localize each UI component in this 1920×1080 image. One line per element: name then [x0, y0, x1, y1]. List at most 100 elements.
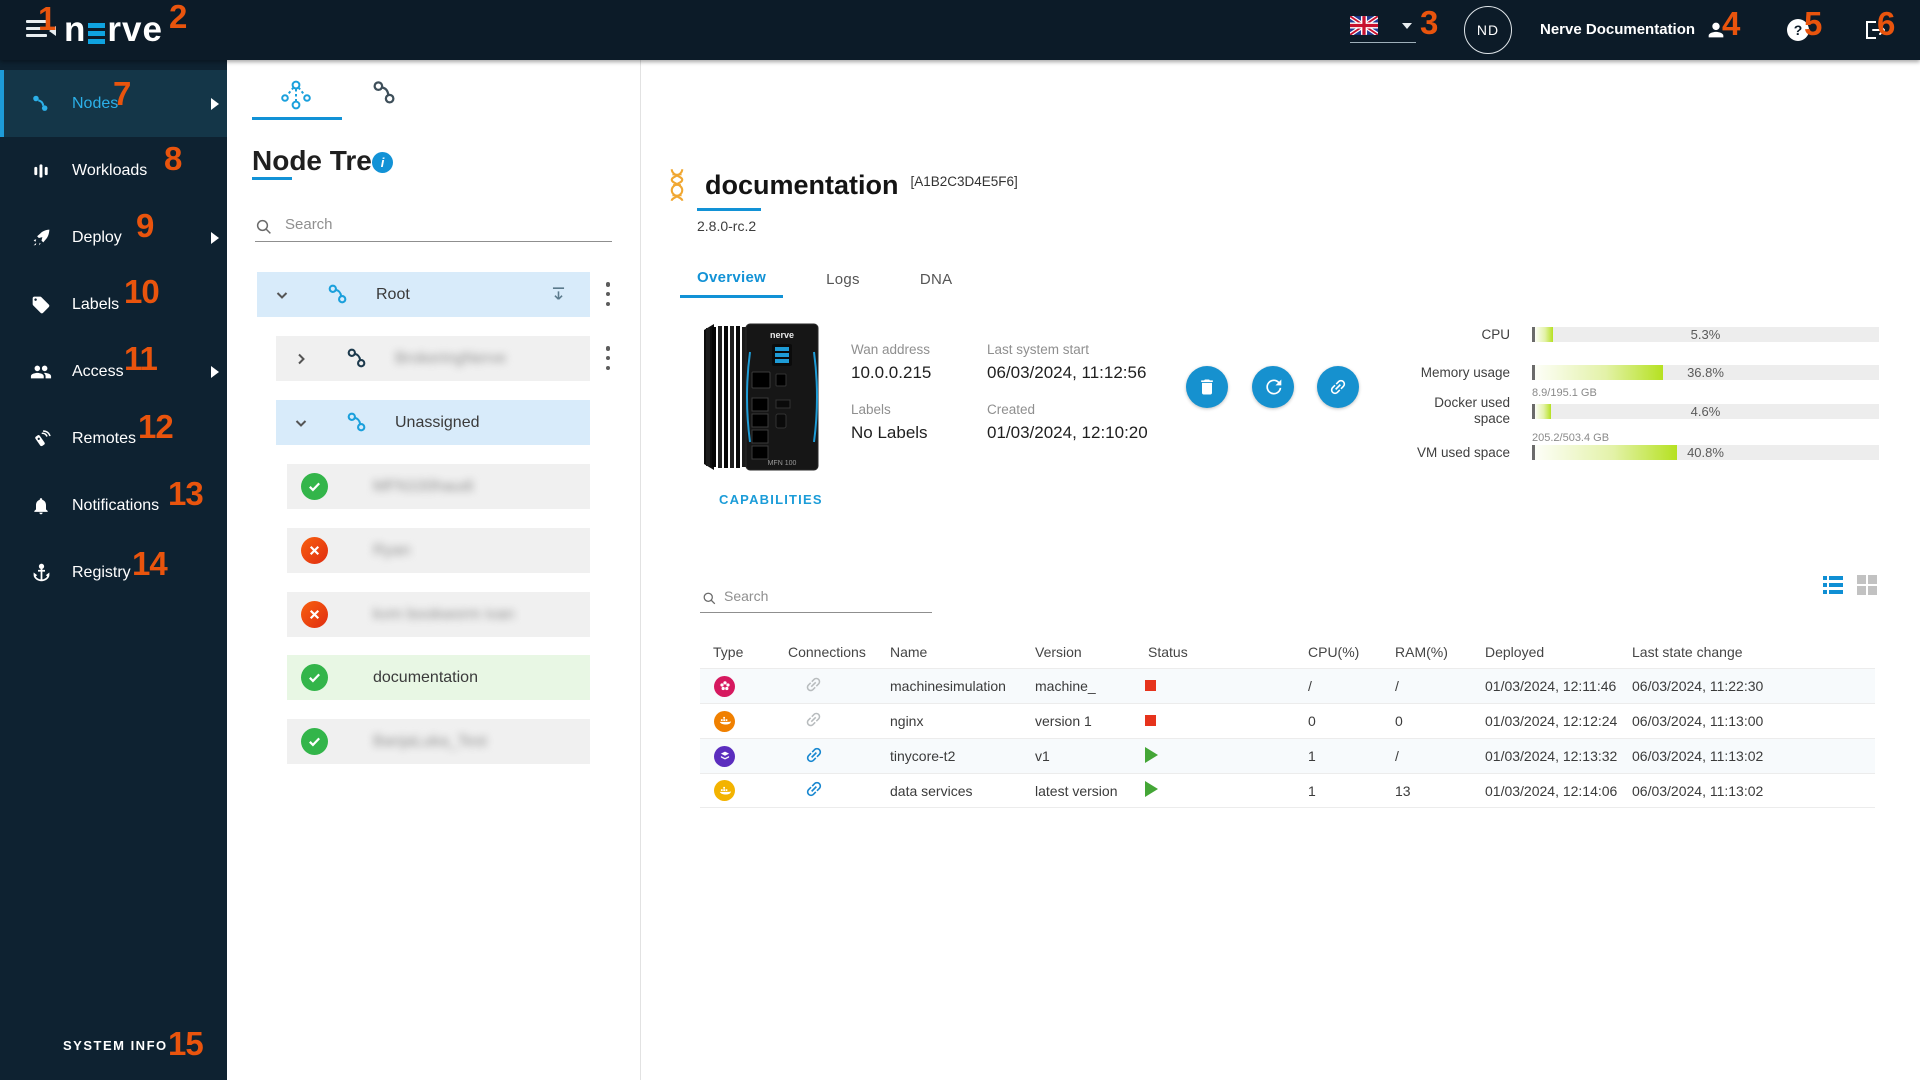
- tab-node-list-icon[interactable]: [369, 78, 403, 112]
- annotation-13: 13: [168, 475, 204, 512]
- chevron-right-icon[interactable]: [294, 352, 308, 366]
- metric-label: VM used space: [1416, 445, 1510, 460]
- sidebar-item-label: Nodes: [72, 94, 119, 112]
- sidebar-item-workloads[interactable]: Workloads: [0, 137, 227, 204]
- annotation-9: 9: [136, 207, 154, 244]
- tree-node-documentation[interactable]: documentation: [287, 655, 590, 700]
- tree-group-blurred[interactable]: BrokeringNerve: [276, 336, 590, 381]
- tab-overview[interactable]: Overview: [680, 260, 784, 298]
- sidebar-item-access[interactable]: Access: [0, 338, 227, 405]
- connect-node-button[interactable]: [1317, 366, 1359, 408]
- workload-cpu: 0: [1308, 713, 1316, 729]
- node-offline-icon: [301, 537, 328, 564]
- sidebar-item-labels[interactable]: Labels: [0, 271, 227, 338]
- vm-type-icon: [714, 745, 735, 767]
- sidebar-item-registry[interactable]: Registry: [0, 539, 227, 606]
- delete-node-button[interactable]: [1186, 366, 1228, 408]
- collapse-all-icon[interactable]: [549, 285, 568, 304]
- sidebar-item-label: Registry: [72, 563, 131, 581]
- language-selector[interactable]: [1350, 14, 1422, 46]
- status-running-icon: [1145, 746, 1158, 763]
- node-serial: [A1B2C3D4E5F6]: [910, 173, 1018, 189]
- docker-type-icon: [714, 710, 735, 732]
- kebab-menu-icon[interactable]: [601, 346, 615, 370]
- node-group-icon: [347, 348, 366, 368]
- title-underline: [252, 177, 292, 180]
- node-group-icon: [328, 284, 347, 304]
- last-system-start-value: 06/03/2024, 11:12:56: [987, 363, 1147, 382]
- workload-version: v1: [1035, 748, 1050, 764]
- chevron-down-icon[interactable]: [294, 416, 308, 430]
- docker-space-bar: 4.6%: [1532, 404, 1879, 419]
- annotation-10: 10: [124, 273, 160, 310]
- topbar: n rve ND Nerve Documentation ?: [0, 0, 1920, 60]
- kebab-menu-icon[interactable]: [601, 282, 615, 306]
- col-cpu: CPU(%): [1308, 644, 1360, 660]
- workload-row[interactable]: data services latest version 1 13 01/03/…: [700, 773, 1875, 808]
- workloads-icon: [30, 160, 52, 182]
- status-stopped-icon: [1145, 680, 1156, 691]
- list-view-icon[interactable]: [1822, 574, 1844, 596]
- col-type: Type: [713, 644, 744, 660]
- metric-label: Docker used space: [1434, 395, 1510, 426]
- vm-space-bar: 40.8%: [1532, 445, 1879, 460]
- tab-logs[interactable]: Logs: [809, 260, 877, 298]
- search-icon: [256, 219, 271, 234]
- tree-node-item[interactable]: Ryan: [287, 528, 590, 573]
- nerve-logo[interactable]: n rve: [64, 10, 163, 50]
- svg-text:MFN 100: MFN 100: [768, 460, 797, 467]
- svg-text:?: ?: [1794, 22, 1803, 38]
- col-version: Version: [1035, 644, 1082, 660]
- tree-node-item[interactable]: MFN100haudi: [287, 464, 590, 509]
- chevron-down-icon[interactable]: [275, 288, 289, 302]
- metric-value: 36.8%: [1687, 365, 1724, 380]
- search-input[interactable]: [255, 212, 612, 242]
- tab-node-tree-icon[interactable]: [279, 78, 313, 112]
- workload-name: machinesimulation: [890, 678, 1006, 694]
- system-info-link[interactable]: SYSTEM INFO: [63, 1038, 168, 1053]
- grid-view-icon[interactable]: [1856, 574, 1878, 596]
- user-name: Nerve Documentation: [1540, 21, 1696, 38]
- tree-node-item[interactable]: kvm bookworm ivan: [287, 592, 590, 637]
- connection-link-icon[interactable]: [804, 745, 824, 765]
- tree-group-root[interactable]: Root: [257, 272, 590, 317]
- workload-deployed: 01/03/2024, 12:13:32: [1485, 748, 1618, 764]
- workload-name: tinycore-t2: [890, 748, 956, 764]
- docker-space-caption: 8.9/195.1 GB: [1532, 387, 1597, 399]
- col-status: Status: [1148, 644, 1188, 660]
- connection-link-icon[interactable]: [804, 675, 823, 694]
- field-label: Wan address: [851, 342, 931, 357]
- workload-version: latest version: [1035, 782, 1118, 799]
- docker-compose-type-icon: [714, 780, 735, 801]
- user-avatar[interactable]: ND: [1464, 6, 1512, 54]
- registry-icon: [30, 562, 52, 584]
- connection-link-icon[interactable]: [804, 779, 824, 799]
- device-image: nerve MFN 100: [704, 323, 819, 471]
- reboot-icon: [1266, 379, 1282, 395]
- info-icon[interactable]: i: [372, 152, 393, 173]
- sidebar: Nodes Workloads Deploy Labels Access Rem…: [0, 60, 227, 1080]
- connection-link-icon[interactable]: [804, 710, 823, 729]
- search-input[interactable]: [700, 584, 932, 613]
- workload-row[interactable]: tinycore-t2 v1 1 / 01/03/2024, 12:13:32 …: [700, 738, 1875, 773]
- workload-row[interactable]: nginx version 1 0 0 01/03/2024, 12:12:24…: [700, 703, 1875, 738]
- workloads-table: Type Connections Name Version Status CPU…: [700, 636, 1875, 808]
- uk-flag-icon: [1350, 16, 1378, 35]
- sidebar-item-remotes[interactable]: Remotes: [0, 405, 227, 472]
- reboot-node-button[interactable]: [1252, 366, 1294, 408]
- metric-label: CPU: [1481, 327, 1510, 342]
- sidebar-item-deploy[interactable]: Deploy: [0, 204, 227, 271]
- labels-value: No Labels: [851, 423, 928, 442]
- annotation-5: 5: [1804, 5, 1822, 42]
- workload-last-state-change: 06/03/2024, 11:13:02: [1632, 782, 1764, 799]
- workload-row[interactable]: machinesimulation machine_ / / 01/03/202…: [700, 668, 1875, 703]
- tree-node-item[interactable]: BanjaLuka_Test: [287, 719, 590, 764]
- col-ram: RAM(%): [1395, 644, 1448, 660]
- nodes-icon: [30, 93, 52, 115]
- tab-dna[interactable]: DNA: [903, 260, 970, 298]
- search-icon: [703, 592, 716, 605]
- workload-ram: 0: [1395, 713, 1403, 729]
- tree-group-unassigned[interactable]: Unassigned: [276, 400, 590, 445]
- capabilities-link[interactable]: CAPABILITIES: [719, 492, 823, 507]
- status-running-icon: [1145, 781, 1158, 797]
